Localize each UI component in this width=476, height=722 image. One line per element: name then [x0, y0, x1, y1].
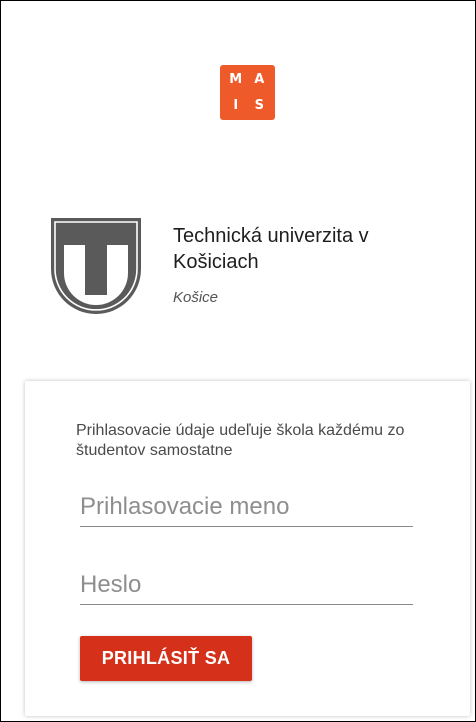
login-hint: Prihlasovacie údaje udeľuje škola každém… — [76, 422, 405, 459]
logo-letter-a: A — [254, 72, 265, 88]
app-screen: M A I S Technická univerzita v Košiciach… — [0, 0, 476, 722]
logo-letter-i: I — [233, 97, 239, 113]
university-name: Technická univerzita v Košiciach — [173, 225, 369, 273]
logo-letter-m: M — [229, 72, 243, 88]
password-input[interactable] — [80, 567, 413, 605]
mais-logo: M A I S — [220, 65, 275, 120]
login-card: Prihlasovacie údaje udeľuje škola každém… — [25, 381, 470, 716]
username-input[interactable] — [80, 489, 413, 527]
university-city: Košice — [173, 289, 219, 306]
logo-letter-s: S — [254, 97, 264, 113]
login-button[interactable]: PRIHLÁSIŤ SA — [80, 636, 252, 681]
tuke-emblem-icon — [51, 218, 141, 314]
